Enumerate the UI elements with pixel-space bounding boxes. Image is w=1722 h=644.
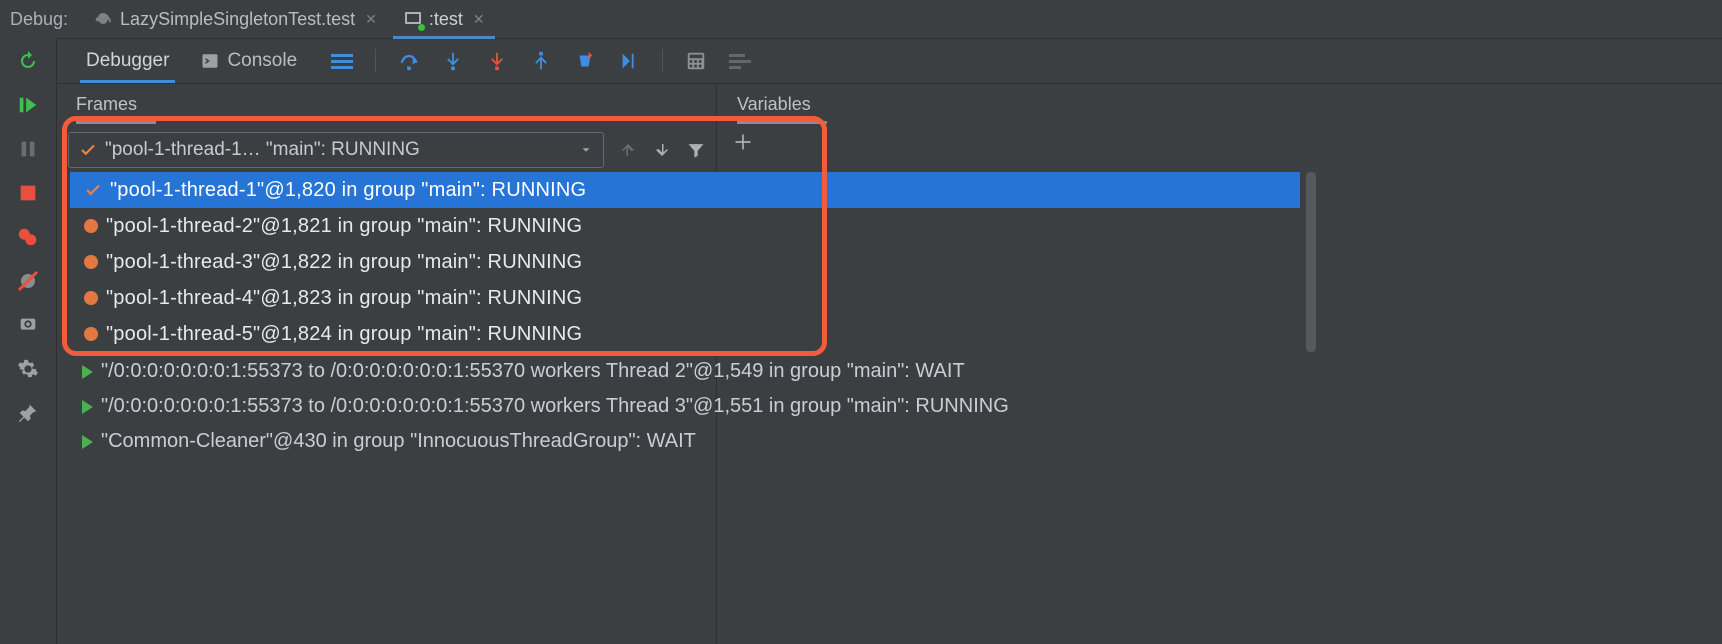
console-tab-label: Console (227, 50, 297, 72)
filter-button[interactable] (686, 140, 706, 160)
thread-option[interactable]: "pool-1-thread-4"@1,823 in group "main":… (70, 280, 1300, 316)
chevron-down-icon (579, 143, 593, 157)
force-step-into-icon[interactable] (486, 50, 508, 72)
stop-button[interactable] (15, 180, 41, 206)
drop-frame-icon[interactable] (574, 50, 596, 72)
thread-entry[interactable]: "Common-Cleaner"@430 in group "Innocuous… (76, 424, 1296, 459)
elephant-icon (94, 9, 114, 29)
other-threads-list: "/0:0:0:0:0:0:0:1:55373 to /0:0:0:0:0:0:… (76, 354, 1296, 459)
run-config-tab-0[interactable]: LazySimpleSingletonTest.test ✕ (84, 0, 387, 38)
thread-option-label: "pool-1-thread-4"@1,823 in group "main":… (106, 287, 582, 310)
thread-entry[interactable]: "/0:0:0:0:0:0:0:1:55373 to /0:0:0:0:0:0:… (76, 389, 1296, 424)
selector-label: "pool-1-thread-1… "main": RUNNING (105, 139, 571, 161)
step-over-icon[interactable] (398, 50, 420, 72)
thread-entry[interactable]: "/0:0:0:0:0:0:0:1:55373 to /0:0:0:0:0:0:… (76, 354, 1296, 389)
check-icon (79, 141, 97, 159)
scrollbar-track[interactable] (1304, 172, 1318, 459)
thread-entry-label: "/0:0:0:0:0:0:0:1:55373 to /0:0:0:0:0:0:… (101, 360, 965, 383)
thread-option[interactable]: "pool-1-thread-2"@1,821 in group "main":… (70, 208, 1300, 244)
thread-option-label: "pool-1-thread-5"@1,824 in group "main":… (106, 323, 582, 346)
thread-option-label: "pool-1-thread-1"@1,820 in group "main":… (110, 179, 586, 202)
thread-option-label: "pool-1-thread-2"@1,821 in group "main":… (106, 215, 582, 238)
toolbar-divider (375, 49, 376, 73)
settings-button[interactable] (15, 356, 41, 382)
run-config-icon (403, 9, 423, 29)
trace-icon[interactable] (729, 50, 751, 72)
resume-button[interactable] (15, 92, 41, 118)
breakpoint-bullet-icon (84, 291, 98, 305)
thread-entry-label: "/0:0:0:0:0:0:0:1:55373 to /0:0:0:0:0:0:… (101, 395, 1009, 418)
frames-header[interactable]: Frames (56, 84, 716, 124)
run-config-tab-1[interactable]: :test ✕ (393, 0, 495, 38)
play-icon (82, 400, 93, 414)
pause-button[interactable] (15, 136, 41, 162)
vertical-toolbar (0, 38, 57, 644)
breakpoint-bullet-icon (84, 327, 98, 341)
toolbar-divider (662, 49, 663, 73)
debugger-toolbar: Debugger Console (0, 39, 1722, 84)
top-tab-strip: Debug: LazySimpleSingletonTest.test ✕ :t… (0, 0, 1722, 39)
step-into-icon[interactable] (442, 50, 464, 72)
close-icon[interactable]: ✕ (473, 11, 485, 28)
play-icon (82, 365, 93, 379)
tab-label: LazySimpleSingletonTest.test (120, 9, 355, 30)
debugger-tab-label: Debugger (86, 50, 169, 72)
step-out-icon[interactable] (530, 50, 552, 72)
console-icon (201, 52, 219, 70)
pin-button[interactable] (15, 400, 41, 426)
variables-header[interactable]: Variables (717, 84, 1722, 124)
tab-label: :test (429, 9, 463, 30)
breakpoint-bullet-icon (84, 219, 98, 233)
check-icon (84, 181, 102, 199)
mute-breakpoints-button[interactable] (15, 268, 41, 294)
threads-icon[interactable] (331, 50, 353, 72)
console-tab[interactable]: Console (185, 39, 313, 83)
thread-option[interactable]: "pool-1-thread-1"@1,820 in group "main":… (70, 172, 1300, 208)
close-icon[interactable]: ✕ (365, 11, 377, 28)
debug-label: Debug: (10, 9, 78, 30)
prev-frame-button[interactable] (618, 140, 638, 160)
evaluate-expression-icon[interactable] (685, 50, 707, 72)
frames-title: Frames (76, 94, 137, 115)
running-dot-icon (418, 24, 425, 31)
thread-option[interactable]: "pool-1-thread-3"@1,822 in group "main":… (70, 244, 1300, 280)
view-breakpoints-button[interactable] (15, 224, 41, 250)
variables-title: Variables (737, 94, 811, 115)
thread-entry-label: "Common-Cleaner"@430 in group "Innocuous… (101, 430, 696, 453)
debugger-tab[interactable]: Debugger (70, 39, 185, 83)
play-icon (82, 435, 93, 449)
rerun-button[interactable] (15, 48, 41, 74)
dump-threads-button[interactable] (15, 312, 41, 338)
next-frame-button[interactable] (652, 140, 672, 160)
run-to-cursor-icon[interactable] (618, 50, 640, 72)
thread-option-label: "pool-1-thread-3"@1,822 in group "main":… (106, 251, 582, 274)
thread-selector-row: "pool-1-thread-1… "main": RUNNING (56, 124, 716, 176)
thread-selector[interactable]: "pool-1-thread-1… "main": RUNNING (68, 132, 604, 168)
thread-dropdown[interactable]: "pool-1-thread-1"@1,820 in group "main":… (70, 172, 1300, 352)
breakpoint-bullet-icon (84, 255, 98, 269)
scrollbar-thumb[interactable] (1306, 172, 1316, 352)
add-watch-button[interactable] (733, 132, 753, 152)
thread-option[interactable]: "pool-1-thread-5"@1,824 in group "main":… (70, 316, 1300, 352)
step-toolbar (331, 49, 751, 73)
